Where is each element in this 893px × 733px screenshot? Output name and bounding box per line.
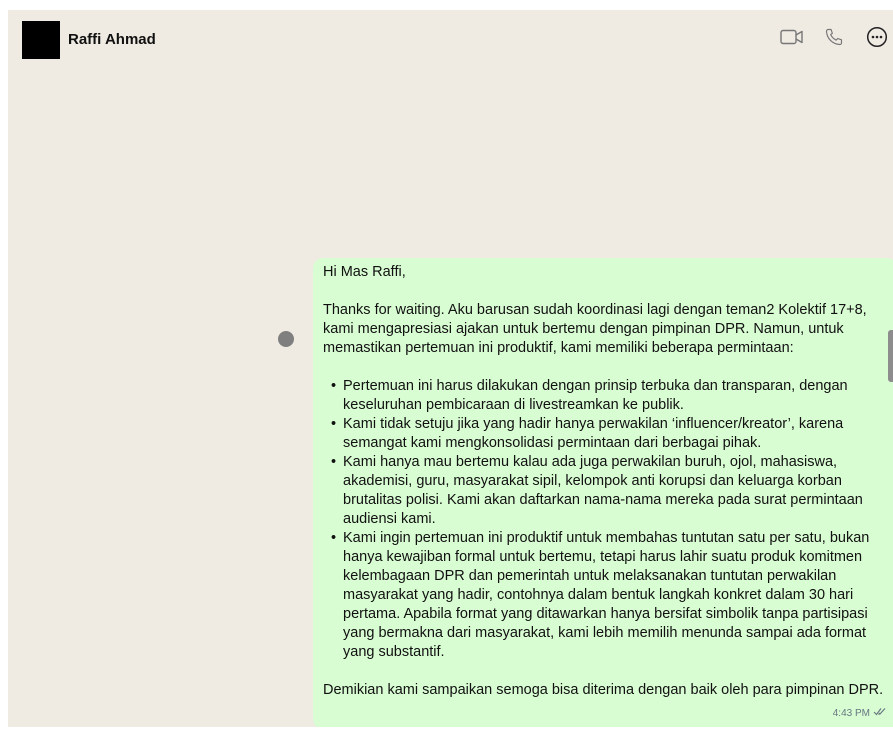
message-point: Kami tidak setuju jika yang hadir hanya … (331, 415, 889, 453)
more-options-icon[interactable] (865, 25, 889, 49)
message-time: 4:43 PM (832, 708, 870, 719)
double-check-icon (873, 704, 887, 723)
message-point: Kami hanya mau bertemu kalau ada juga pe… (331, 453, 889, 529)
message-point: Kami ingin pertemuan ini produktif untuk… (331, 529, 889, 662)
chat-header: Raffi Ahmad (8, 10, 893, 70)
message-greeting: Hi Mas Raffi, (323, 264, 406, 280)
presence-dot (278, 331, 294, 347)
chat-window: Raffi Ahmad Hi Mas Raffi, Thanks for wai (8, 10, 893, 727)
avatar[interactable] (22, 21, 60, 59)
scrollbar-handle[interactable] (888, 330, 893, 382)
message-intro: Thanks for waiting. Aku barusan sudah ko… (323, 302, 867, 356)
contact-name[interactable]: Raffi Ahmad (68, 31, 156, 48)
message-meta: 4:43 PM (833, 704, 887, 723)
video-call-icon[interactable] (780, 25, 804, 49)
outgoing-message-bubble[interactable]: Hi Mas Raffi, Thanks for waiting. Aku ba… (313, 258, 893, 727)
message-point: Pertemuan ini harus dilakukan dengan pri… (331, 377, 889, 415)
message-point-list: Pertemuan ini harus dilakukan dengan pri… (323, 377, 889, 662)
voice-call-icon[interactable] (822, 25, 846, 49)
message-closing: Demikian kami sampaikan semoga bisa dite… (323, 682, 884, 698)
